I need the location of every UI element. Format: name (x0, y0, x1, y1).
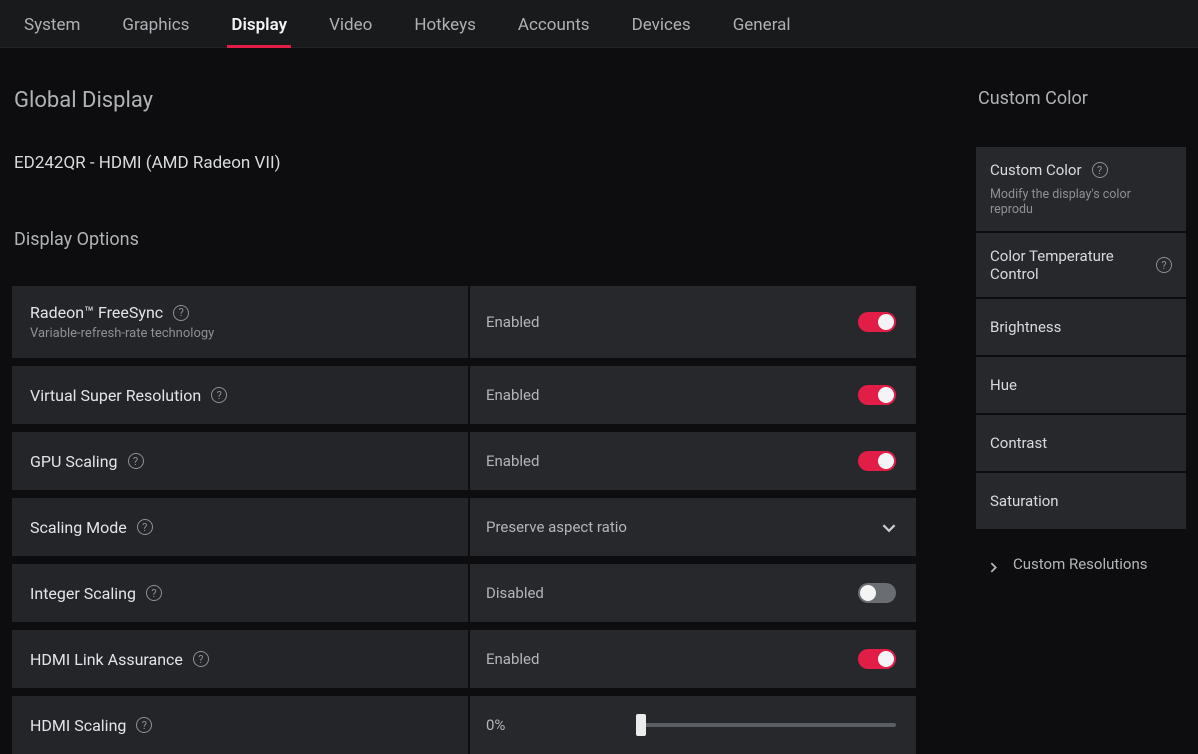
color-option-label: Contrast (990, 434, 1047, 452)
nav-tab-display[interactable]: Display (227, 3, 291, 45)
top-nav: System Graphics Display Video Hotkeys Account… (0, 0, 1198, 48)
option-row: Scaling Mode? Preserve aspect ratio (12, 498, 916, 556)
color-option-label: Color Temperature Control (990, 247, 1146, 283)
help-icon[interactable]: ? (137, 519, 153, 535)
option-value: Enabled (486, 313, 539, 331)
side-column: Custom Color Custom Color? Modify the dis… (976, 88, 1186, 754)
option-label-cell: Virtual Super Resolution? (12, 366, 470, 424)
option-value-cell: Enabled (470, 286, 916, 358)
color-option-row[interactable]: Color Temperature Control? (976, 233, 1186, 297)
option-label-cell: Radeon™ FreeSync? Variable-refresh-rate t… (12, 286, 470, 358)
option-value-cell: 0% (470, 696, 916, 754)
nav-tab-graphics[interactable]: Graphics (118, 3, 193, 45)
option-label: HDMI Link Assurance (30, 650, 183, 669)
color-option-row[interactable]: Custom Color? Modify the display's color … (976, 147, 1186, 231)
display-options-title: Display Options (12, 229, 916, 250)
custom-color-title: Custom Color (976, 88, 1186, 109)
option-row: GPU Scaling? Enabled (12, 432, 916, 490)
toggle[interactable] (858, 451, 896, 471)
help-icon[interactable]: ? (173, 305, 189, 321)
option-label-cell: GPU Scaling? (12, 432, 470, 490)
option-value: Preserve aspect ratio (486, 518, 627, 536)
color-option-row[interactable]: Brightness (976, 299, 1186, 355)
option-row: Integer Scaling? Disabled (12, 564, 916, 622)
help-icon[interactable]: ? (136, 717, 152, 733)
toggle[interactable] (858, 312, 896, 332)
custom-color-list: Custom Color? Modify the display's color … (976, 147, 1186, 529)
help-icon[interactable]: ? (146, 585, 162, 601)
option-label-cell: HDMI Link Assurance? (12, 630, 470, 688)
option-value: Enabled (486, 650, 539, 668)
nav-tab-general[interactable]: General (729, 3, 795, 45)
toggle[interactable] (858, 583, 896, 603)
option-row: Radeon™ FreeSync? Variable-refresh-rate t… (12, 286, 916, 358)
option-value: Disabled (486, 584, 544, 602)
slider-thumb[interactable] (636, 714, 646, 736)
color-option-label: Hue (990, 376, 1017, 394)
color-option-row[interactable]: Hue (976, 357, 1186, 413)
main-column: Global Display ED242QR - HDMI (AMD Radeo… (12, 88, 916, 754)
option-value: Enabled (486, 386, 539, 404)
option-label-cell: HDMI Scaling? (12, 696, 470, 754)
option-value-cell: Preserve aspect ratio (470, 498, 916, 556)
chevron-down-icon[interactable] (882, 520, 896, 534)
option-label: Radeon™ FreeSync (30, 303, 163, 322)
option-row: HDMI Link Assurance? Enabled (12, 630, 916, 688)
option-label: Virtual Super Resolution (30, 386, 201, 405)
option-row: Virtual Super Resolution? Enabled (12, 366, 916, 424)
option-value-cell: Disabled (470, 564, 916, 622)
color-option-row[interactable]: Contrast (976, 415, 1186, 471)
option-value: Enabled (486, 452, 539, 470)
color-option-row[interactable]: Saturation (976, 473, 1186, 529)
option-label-cell: Integer Scaling? (12, 564, 470, 622)
option-label-cell: Scaling Mode? (12, 498, 470, 556)
toggle[interactable] (858, 649, 896, 669)
toggle[interactable] (858, 385, 896, 405)
option-value-cell: Enabled (470, 630, 916, 688)
hdmi-scaling-slider[interactable] (636, 723, 896, 727)
display-options-list: Radeon™ FreeSync? Variable-refresh-rate t… (12, 286, 916, 754)
help-icon[interactable]: ? (1156, 257, 1172, 273)
device-label: ED242QR - HDMI (AMD Radeon VII) (12, 153, 916, 173)
help-icon[interactable]: ? (193, 651, 209, 667)
custom-resolutions-link[interactable]: Custom Resolutions (976, 555, 1186, 573)
nav-tab-hotkeys[interactable]: Hotkeys (410, 3, 480, 45)
color-option-sublabel: Modify the display's color reprodu (990, 187, 1172, 217)
nav-tab-video[interactable]: Video (325, 3, 376, 45)
page-title: Global Display (12, 88, 916, 113)
option-row: HDMI Scaling? 0% (12, 696, 916, 754)
help-icon[interactable]: ? (128, 453, 144, 469)
option-value-cell: Enabled (470, 366, 916, 424)
color-option-label: Saturation (990, 492, 1059, 510)
color-option-label: Brightness (990, 318, 1061, 336)
slider-value: 0% (486, 716, 636, 734)
option-label: Integer Scaling (30, 584, 136, 603)
option-label: GPU Scaling (30, 452, 118, 471)
help-icon[interactable]: ? (1092, 162, 1108, 178)
nav-tab-accounts[interactable]: Accounts (514, 3, 594, 45)
chevron-right-icon (988, 559, 999, 570)
option-label: HDMI Scaling (30, 716, 126, 735)
custom-resolutions-label: Custom Resolutions (1013, 555, 1148, 573)
help-icon[interactable]: ? (211, 387, 227, 403)
content: Global Display ED242QR - HDMI (AMD Radeo… (0, 48, 1198, 754)
nav-tab-system[interactable]: System (20, 3, 84, 45)
color-option-label: Custom Color (990, 161, 1082, 179)
option-label: Scaling Mode (30, 518, 127, 537)
nav-tab-devices[interactable]: Devices (628, 3, 695, 45)
option-sublabel: Variable-refresh-rate technology (30, 326, 450, 341)
option-value-cell: Enabled (470, 432, 916, 490)
